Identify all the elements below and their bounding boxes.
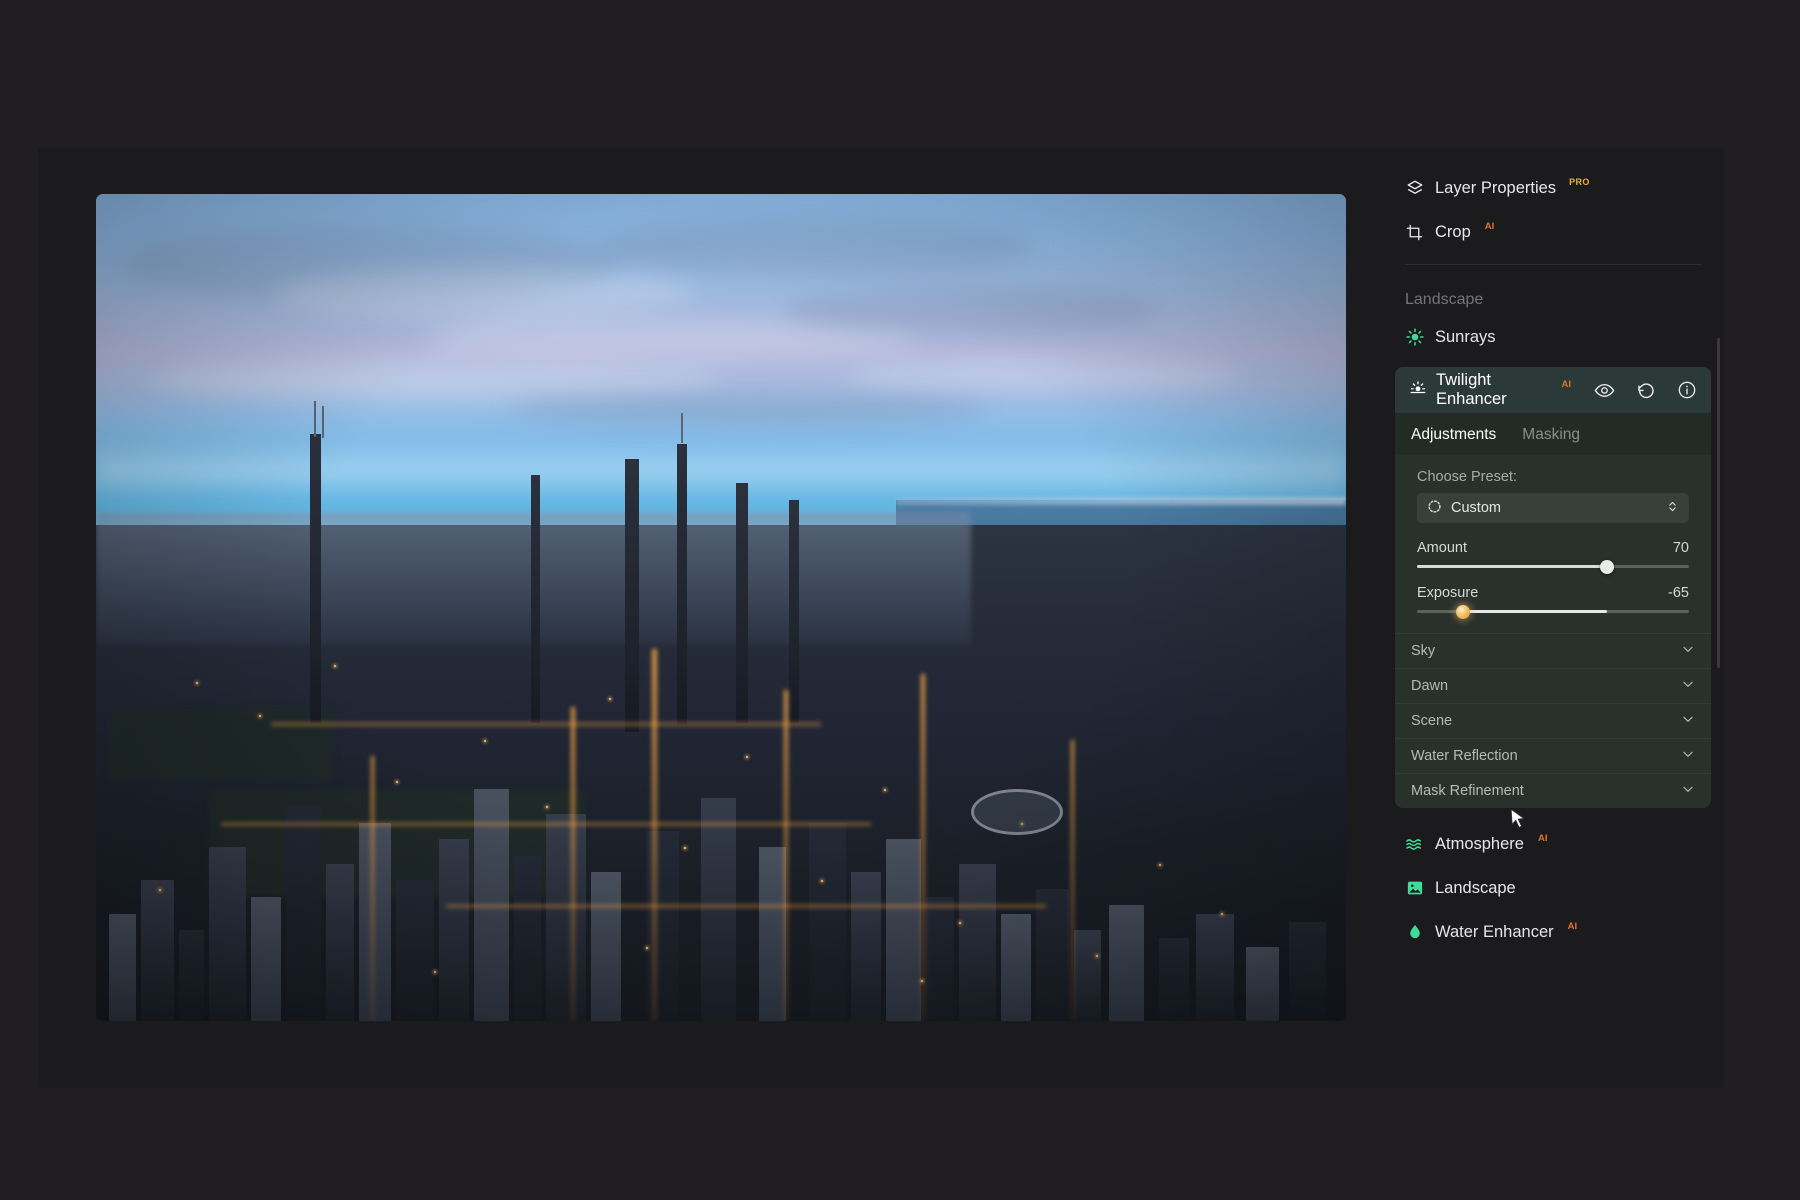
tool-label: Layer Properties	[1435, 178, 1557, 197]
tool-label: Crop	[1435, 222, 1471, 241]
tool-label: Sunrays	[1435, 327, 1496, 346]
visibility-eye-icon[interactable]	[1594, 380, 1615, 401]
slider-amount[interactable]: Amount 70	[1417, 540, 1689, 574]
section-mask-refinement[interactable]: Mask Refinement	[1395, 773, 1711, 808]
tool-sunrays[interactable]: Sunrays	[1383, 315, 1723, 359]
chevron-down-icon	[1681, 677, 1695, 695]
twilight-sections: Sky Dawn Scene Water Reflection Mask Ref…	[1395, 633, 1711, 808]
slider-knob[interactable]	[1456, 604, 1471, 619]
chevron-down-icon	[1681, 642, 1695, 660]
tool-atmosphere[interactable]: Atmosphere AI	[1383, 822, 1723, 866]
tab-adjustments[interactable]: Adjustments	[1411, 426, 1496, 444]
twilight-enhancer-card: Twilight Enhancer AI Adjustments Masking…	[1395, 367, 1711, 808]
twilight-enhancer-header[interactable]: Twilight Enhancer AI	[1395, 367, 1711, 413]
twilight-icon	[1409, 379, 1427, 402]
section-water-reflection[interactable]: Water Reflection	[1395, 738, 1711, 773]
slider-track[interactable]	[1417, 559, 1689, 574]
chevron-updown-icon	[1666, 500, 1679, 517]
panel-scrollbar[interactable]	[1717, 338, 1720, 668]
section-label: Mask Refinement	[1411, 783, 1524, 799]
reset-undo-icon[interactable]	[1636, 380, 1656, 400]
ai-badge: AI	[1484, 220, 1495, 232]
tool-label: Water Enhancer	[1435, 922, 1554, 941]
slider-knob[interactable]	[1600, 559, 1615, 574]
chevron-down-icon	[1681, 747, 1695, 765]
tool-label: Landscape	[1435, 878, 1516, 897]
ai-badge: AI	[1537, 832, 1548, 844]
section-sky[interactable]: Sky	[1395, 633, 1711, 668]
tool-layer-properties[interactable]: Layer Properties PRO	[1383, 166, 1723, 210]
tool-water-enhancer[interactable]: Water Enhancer AI	[1383, 910, 1723, 954]
preset-select[interactable]: Custom	[1417, 493, 1689, 523]
panel-divider	[1405, 264, 1701, 265]
slider-exposure[interactable]: Exposure -65	[1417, 585, 1689, 619]
slider-track[interactable]	[1417, 604, 1689, 619]
section-label: Sky	[1411, 643, 1436, 659]
app-window: Layer Properties PRO Crop AI Landscape S…	[38, 148, 1723, 1088]
chevron-down-icon	[1681, 782, 1695, 800]
pro-badge: PRO	[1569, 177, 1590, 187]
section-label: Dawn	[1411, 678, 1449, 694]
section-scene[interactable]: Scene	[1395, 703, 1711, 738]
twilight-enhancer-title: Twilight Enhancer	[1436, 371, 1507, 408]
crop-icon	[1405, 223, 1424, 242]
section-dawn[interactable]: Dawn	[1395, 668, 1711, 703]
ai-badge: AI	[1561, 378, 1572, 390]
tab-masking[interactable]: Masking	[1522, 426, 1580, 444]
tool-landscape[interactable]: Landscape	[1383, 866, 1723, 910]
preset-dotted-circle-icon	[1427, 499, 1442, 518]
tool-crop[interactable]: Crop AI	[1383, 210, 1723, 254]
info-icon[interactable]	[1677, 380, 1697, 400]
preset-label: Choose Preset:	[1417, 469, 1517, 485]
atmosphere-waves-icon	[1405, 835, 1424, 854]
chevron-down-icon	[1681, 712, 1695, 730]
water-droplet-icon	[1405, 923, 1424, 942]
slider-value: -65	[1668, 585, 1689, 601]
group-title-landscape: Landscape	[1405, 291, 1484, 308]
tools-panel: Layer Properties PRO Crop AI Landscape S…	[1383, 148, 1723, 1088]
twilight-tabs: Adjustments Masking	[1395, 413, 1711, 455]
adjustments-body: Choose Preset: Custom Amount 70 Exposure…	[1395, 455, 1711, 633]
ai-badge: AI	[1567, 920, 1578, 932]
landscape-image-icon	[1405, 879, 1424, 898]
slider-value: 70	[1672, 540, 1689, 556]
image-canvas[interactable]	[96, 194, 1346, 1021]
section-label: Water Reflection	[1411, 748, 1518, 764]
preset-value: Custom	[1451, 500, 1501, 516]
panel-fade	[1383, 1046, 1723, 1088]
sunrays-icon	[1405, 328, 1424, 347]
slider-label: Exposure	[1417, 585, 1479, 601]
section-label: Scene	[1411, 713, 1453, 729]
photo-twilight-cityscape	[96, 194, 1346, 1021]
layers-icon	[1405, 179, 1424, 198]
tool-label: Atmosphere	[1435, 834, 1524, 853]
slider-label: Amount	[1417, 540, 1467, 556]
